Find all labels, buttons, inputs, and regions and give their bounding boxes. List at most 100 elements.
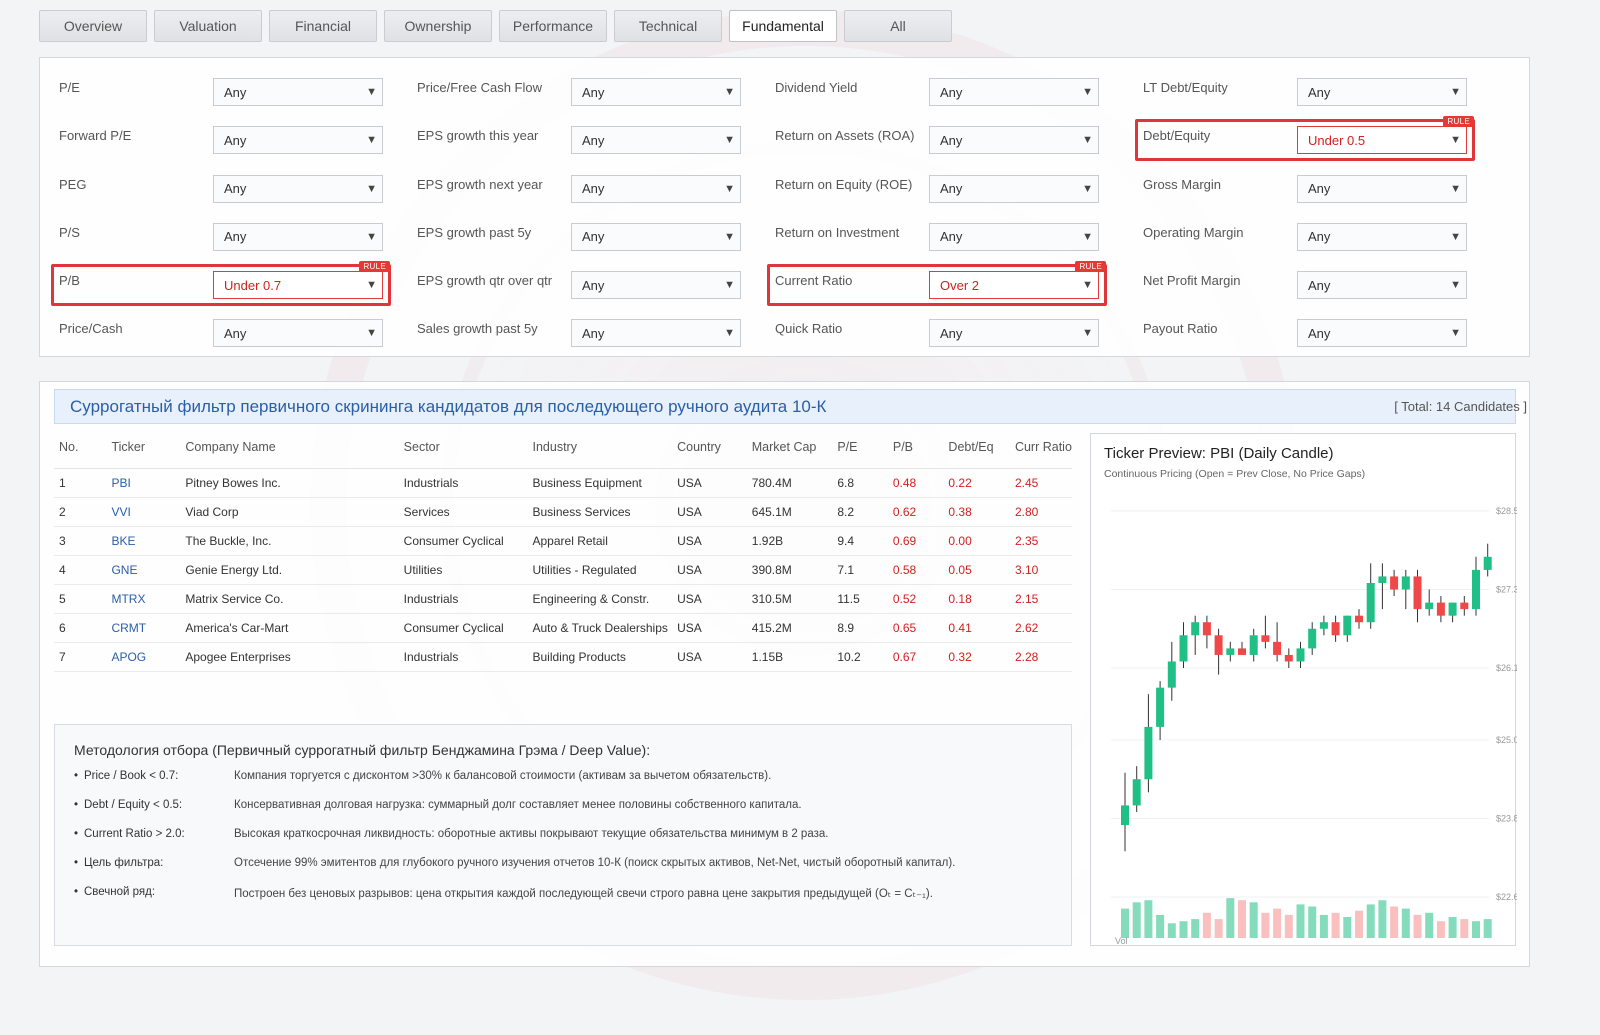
filter-select-net-profit-margin[interactable]: Any ▼ — [1297, 271, 1467, 300]
filter-select-p-b[interactable]: Under 0.7 ▼ — [213, 271, 383, 300]
spacer-cell — [398, 459, 528, 469]
table-cell: 7 — [54, 642, 107, 672]
table-cell: 5 — [54, 584, 107, 614]
ticker-link[interactable]: PBI — [106, 468, 181, 498]
column-header[interactable]: No. — [54, 434, 106, 459]
filter-select-payout-ratio[interactable]: Any ▼ — [1297, 319, 1467, 348]
ticker-link[interactable]: MTRX — [106, 584, 181, 614]
filter-select-return-on-assets-roa[interactable]: Any ▼ — [929, 126, 1099, 155]
table-cell: Industrials — [398, 468, 528, 498]
volume-bar — [1448, 917, 1457, 938]
filter-select-forward-p-e[interactable]: Any ▼ — [213, 126, 383, 155]
tab-fundamental[interactable]: Fundamental — [729, 10, 837, 42]
filter-select-peg[interactable]: Any ▼ — [213, 174, 383, 203]
candle-up — [1156, 687, 1165, 727]
filter-select-p-s[interactable]: Any ▼ — [213, 222, 383, 251]
y-tick-label: $26.1 — [1496, 663, 1517, 673]
candle-down — [1436, 602, 1445, 616]
filter-select-value: Any — [224, 181, 247, 197]
table-row[interactable]: 7 APOG Apogee Enterprises Industrials Buildi… — [54, 642, 1072, 672]
candle-down — [1202, 622, 1211, 636]
column-header[interactable]: Curr Ratio — [1010, 434, 1072, 459]
table-cell: 3 — [54, 526, 107, 556]
filter-select-return-on-equity-roe[interactable]: Any ▼ — [929, 174, 1099, 203]
table-cell: USA — [672, 526, 747, 556]
column-header[interactable]: Sector — [399, 434, 528, 459]
filter-column: Dividend Yield Any ▼ Return on Assets (ROA)… — [756, 58, 1114, 348]
column-header[interactable]: Ticker — [106, 434, 180, 459]
table-row[interactable]: 2 VVI Viad Corp Services Business Services US… — [54, 497, 1072, 527]
ticker-link[interactable]: CRMT — [106, 613, 181, 643]
filter-select-sales-growth-past-5y[interactable]: Any ▼ — [571, 319, 741, 348]
column-header[interactable]: Debt/Eq — [943, 434, 1010, 459]
filter-select-value: Any — [224, 132, 247, 148]
filter-row-peg: PEG Any ▼ — [40, 155, 398, 203]
table-cell: 415.2M — [746, 613, 833, 643]
ticker-link[interactable]: BKE — [106, 526, 181, 556]
table-row[interactable]: 6 CRMT America's Car-Mart Consumer Cyclical… — [54, 613, 1072, 643]
filter-select-current-ratio[interactable]: Over 2 ▼ — [929, 271, 1099, 300]
ticker-link[interactable]: VVI — [106, 497, 181, 527]
filter-select-debt-equity[interactable]: Under 0.5 ▼ — [1297, 126, 1467, 155]
filter-label: EPS growth this year — [417, 128, 539, 144]
filter-select-eps-growth-qtr-over-qtr[interactable]: Any ▼ — [571, 271, 741, 300]
column-header[interactable]: Market Cap — [747, 434, 833, 459]
dropdown-arrow-icon: ▼ — [1082, 327, 1093, 340]
tab-overview[interactable]: Overview — [39, 10, 147, 42]
ticker-link[interactable]: APOG — [106, 642, 181, 672]
ticker-link[interactable]: GNE — [106, 555, 181, 585]
table-row[interactable]: 1 PBI Pitney Bowes Inc. Industrials Business… — [54, 468, 1072, 498]
methodology-text: Построен без ценовых разрывов: цена откр… — [234, 888, 933, 900]
volume-bar — [1425, 912, 1434, 938]
column-header[interactable]: Company Name — [180, 434, 398, 459]
filter-row-net-profit-margin: Net Profit Margin Any ▼ — [1124, 251, 1482, 300]
tab-all[interactable]: All — [844, 10, 952, 42]
table-cell: 1.15B — [746, 642, 833, 672]
table-cell: 0.41 — [943, 613, 1010, 643]
filter-select-price-free-cash-flow[interactable]: Any ▼ — [571, 78, 741, 106]
table-cell: 0.58 — [887, 555, 944, 585]
column-header[interactable]: Industry — [528, 434, 673, 459]
dropdown-arrow-icon: ▼ — [724, 230, 735, 243]
filter-select-value: Any — [224, 84, 247, 100]
table-cell: 780.4M — [746, 468, 833, 498]
tab-performance[interactable]: Performance — [499, 10, 607, 42]
y-tick-label: $23.8 — [1496, 813, 1517, 823]
filter-select-value: Any — [582, 229, 605, 245]
filter-select-price-cash[interactable]: Any ▼ — [213, 319, 383, 348]
table-row[interactable]: 3 BKE The Buckle, Inc. Consumer Cyclical App… — [54, 526, 1072, 556]
volume-bar — [1355, 910, 1363, 938]
filter-row-eps-growth-qtr-over-qtr: EPS growth qtr over qtr Any ▼ — [398, 251, 756, 300]
table-cell: Industrials — [398, 584, 528, 614]
filter-select-dividend-yield[interactable]: Any ▼ — [929, 78, 1099, 106]
filter-select-gross-margin[interactable]: Any ▼ — [1297, 174, 1467, 203]
filter-select-p-e[interactable]: Any ▼ — [213, 78, 383, 106]
filter-row-price-cash: Price/Cash Any ▼ — [40, 299, 398, 348]
filter-select-operating-margin[interactable]: Any ▼ — [1297, 222, 1467, 251]
table-cell: Building Products — [527, 642, 673, 672]
column-header[interactable]: Country — [672, 434, 747, 459]
tab-financial[interactable]: Financial — [269, 10, 377, 42]
tab-ownership[interactable]: Ownership — [384, 10, 492, 42]
table-cell: 390.8M — [746, 555, 833, 585]
methodology-key: Price / Book < 0.7: — [84, 770, 179, 782]
methodology-key: Свечной ряд: — [84, 886, 156, 898]
column-header[interactable]: P/E — [832, 434, 888, 459]
dropdown-arrow-icon: ▼ — [724, 327, 735, 340]
table-cell: USA — [672, 584, 747, 614]
table-cell: 0.48 — [887, 468, 944, 498]
tab-valuation[interactable]: Valuation — [154, 10, 262, 42]
filter-select-eps-growth-past-5y[interactable]: Any ▼ — [571, 222, 741, 251]
tab-technical[interactable]: Technical — [614, 10, 722, 42]
column-header[interactable]: P/B — [888, 434, 944, 459]
table-row[interactable]: 4 GNE Genie Energy Ltd. Utilities Utilities … — [54, 555, 1072, 585]
volume-bar — [1366, 904, 1375, 938]
filter-select-return-on-investment[interactable]: Any ▼ — [929, 222, 1099, 251]
filter-select-eps-growth-next-year[interactable]: Any ▼ — [571, 174, 741, 203]
candle-down — [1238, 648, 1246, 655]
filter-select-eps-growth-this-year[interactable]: Any ▼ — [571, 126, 741, 155]
table-row[interactable]: 5 MTRX Matrix Service Co. Industrials Engine… — [54, 584, 1072, 614]
filter-select-lt-debt-equity[interactable]: Any ▼ — [1297, 78, 1467, 106]
filter-label: Net Profit Margin — [1143, 273, 1241, 289]
filter-select-quick-ratio[interactable]: Any ▼ — [929, 319, 1099, 348]
